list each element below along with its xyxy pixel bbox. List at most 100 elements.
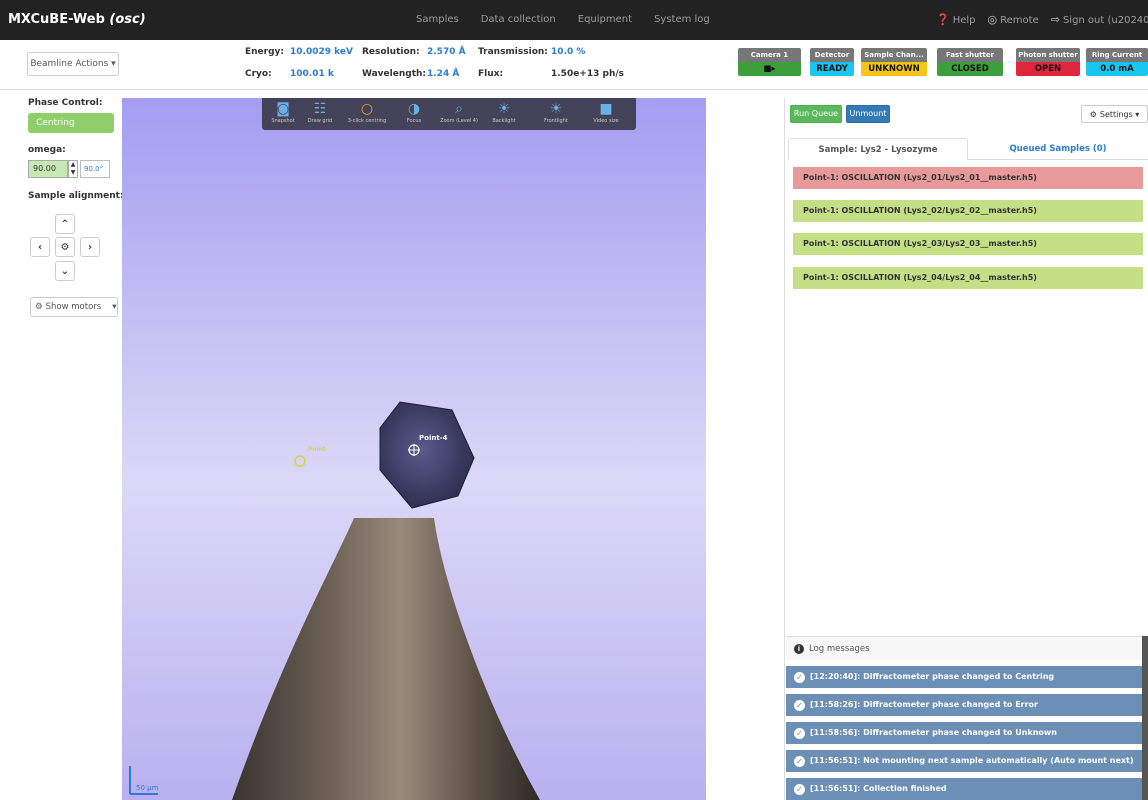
centring-button[interactable]: ○ 3-click centring: [340, 100, 394, 124]
show-motors-button[interactable]: ⚙ Show motors ▾: [30, 297, 118, 317]
point-4-label: Point-4: [419, 434, 448, 442]
nav-system-log[interactable]: System log: [654, 14, 710, 25]
status-value: OPEN: [1016, 62, 1080, 76]
status-sample-chan[interactable]: Sample Chan... UNKNOWN: [861, 48, 927, 78]
video-size-button[interactable]: ■ Video size: [588, 100, 624, 124]
backlight-button[interactable]: ☀ Backlight: [484, 100, 524, 124]
nav-samples[interactable]: Samples: [416, 14, 459, 25]
help-link[interactable]: ❓ Help: [936, 13, 976, 26]
check-icon: ✓: [794, 700, 805, 711]
energy-label: Energy:: [245, 47, 285, 57]
wavelength-value[interactable]: 1.24 Å: [427, 69, 459, 79]
gear-icon: ⚙: [60, 241, 70, 253]
nav-data-collection[interactable]: Data collection: [481, 14, 556, 25]
status-camera-1[interactable]: Camera 1 ■▸: [738, 48, 801, 78]
toolbar-label: Backlight: [492, 118, 516, 124]
status-value: 0.0 mA: [1086, 62, 1148, 76]
move-left-button[interactable]: ‹: [30, 237, 50, 257]
zoom-button[interactable]: ⌕ Zoom (Level 4): [438, 100, 480, 124]
queue-item[interactable]: Point-1: OSCILLATION (Lys2_03/Lys2_03__m…: [793, 233, 1143, 255]
status-title: Ring Current: [1086, 48, 1148, 62]
frontlight-button[interactable]: ☀ Frontlight: [536, 100, 576, 124]
phase-select[interactable]: Centring: [28, 113, 114, 133]
settings-button[interactable]: ⚙ Settings ▾: [1081, 105, 1148, 123]
phase-control-label: Phase Control:: [28, 98, 103, 108]
wavelength-label: Wavelength:: [362, 69, 426, 79]
move-down-button[interactable]: ⌄: [55, 261, 75, 281]
move-right-button[interactable]: ›: [80, 237, 100, 257]
sample-video[interactable]: Point-4 Point- 50 µm: [122, 98, 706, 800]
signout-link[interactable]: ⇨Sign out (u2024068471: [1051, 13, 1148, 26]
tab-divider: [968, 159, 1148, 160]
gears-icon: ⚙: [35, 302, 43, 312]
alignment-settings-button[interactable]: ⚙: [55, 237, 75, 257]
check-icon: ✓: [794, 728, 805, 739]
transmission-value[interactable]: 10.0 %: [551, 47, 585, 57]
scale-bar-label: 50 µm: [136, 784, 159, 792]
log-scrollbar[interactable]: [1142, 636, 1148, 800]
remote-label: Remote: [1000, 15, 1039, 26]
tab-sample[interactable]: Sample: Lys2 - Lysozyme: [788, 138, 968, 160]
status-value: UNKNOWN: [861, 62, 927, 76]
omega-step-input[interactable]: 90.0°: [80, 160, 110, 178]
queue-item[interactable]: Point-1: OSCILLATION (Lys2_04/Lys2_04__m…: [793, 267, 1143, 289]
nav-equipment[interactable]: Equipment: [578, 14, 632, 25]
status-photon-shutter[interactable]: Photon shutter OPEN: [1016, 48, 1080, 78]
status-ring-current[interactable]: Ring Current 0.0 mA: [1086, 48, 1148, 78]
check-icon: ✓: [794, 756, 805, 767]
resolution-label: Resolution:: [362, 47, 420, 57]
help-icon: ❓: [936, 13, 950, 26]
nav-links: Samples Data collection Equipment System…: [416, 14, 710, 25]
run-queue-button[interactable]: Run Queue: [790, 105, 842, 123]
focus-button[interactable]: ◑ Focus: [398, 100, 430, 124]
queue-item[interactable]: Point-1: OSCILLATION (Lys2_02/Lys2_02__m…: [793, 200, 1143, 222]
move-up-button[interactable]: ⌃: [55, 214, 75, 234]
flux-label: Flux:: [478, 69, 504, 79]
tab-queued-samples[interactable]: Queued Samples (0): [968, 138, 1148, 160]
unmount-button[interactable]: Unmount: [846, 105, 890, 123]
chevron-down-icon: ⌄: [60, 265, 70, 277]
remote-link[interactable]: ◎ Remote: [988, 13, 1039, 26]
chevron-right-icon: ›: [87, 241, 93, 253]
status-fast-shutter[interactable]: Fast shutter CLOSED: [937, 48, 1003, 78]
beamline-actions-button[interactable]: Beamline Actions ▾: [27, 52, 119, 76]
log-item: ✓ [11:56:51]: Not mounting next sample au…: [786, 750, 1142, 772]
log-header[interactable]: i Log messages: [786, 636, 1142, 660]
status-title: Fast shutter: [937, 48, 1003, 62]
omega-label: omega:: [28, 145, 66, 155]
grid-button[interactable]: ☷ Draw grid: [304, 100, 336, 124]
check-icon: ✓: [794, 672, 805, 683]
status-title: Sample Chan...: [861, 48, 927, 62]
app-name: MXCuBE-Web: [8, 12, 105, 27]
camera-button[interactable]: ◙ Snapshot: [268, 100, 298, 124]
app-brand[interactable]: MXCuBE-Web (osc): [8, 12, 146, 27]
focus-icon: ◑: [407, 101, 421, 117]
video-image[interactable]: [122, 98, 706, 800]
help-label: Help: [952, 15, 976, 26]
spin-down-icon[interactable]: ▼: [71, 169, 76, 176]
point-label: Point-: [308, 446, 329, 453]
log-text: [11:56:51]: Collection finished: [810, 784, 947, 793]
log-text: [11:58:26]: Diffractometer phase changed…: [810, 700, 1038, 709]
queue-item[interactable]: Point-1: OSCILLATION (Lys2_01/Lys2_01__m…: [793, 167, 1143, 189]
energy-value[interactable]: 10.0029 keV: [290, 47, 353, 57]
cryo-value: 100.01 k: [290, 69, 334, 79]
video-size-icon: ■: [599, 101, 613, 117]
app-mode: (osc): [109, 12, 146, 27]
omega-spinner[interactable]: ▲ ▼: [68, 160, 78, 178]
log-item: ✓ [11:58:26]: Diffractometer phase change…: [786, 694, 1142, 716]
caret-down-icon: ▾: [112, 302, 117, 312]
signout-icon: ⇨: [1050, 13, 1060, 26]
status-value: CLOSED: [937, 62, 1003, 76]
flux-value: 1.50e+13 ph/s: [551, 69, 625, 79]
resolution-value[interactable]: 2.570 Å: [427, 47, 466, 57]
status-value: READY: [810, 62, 854, 76]
toolbar-label: 3-click centring: [347, 118, 387, 124]
spin-up-icon[interactable]: ▲: [71, 161, 76, 168]
log-item: ✓ [11:58:56]: Diffractometer phase change…: [786, 722, 1142, 744]
settings-label: Settings ▾: [1099, 109, 1140, 119]
status-detector[interactable]: Detector READY: [810, 48, 854, 78]
omega-input[interactable]: 90.00: [28, 160, 68, 178]
toolbar-label: Draw grid: [307, 118, 333, 124]
show-motors-label: Show motors: [45, 302, 102, 312]
